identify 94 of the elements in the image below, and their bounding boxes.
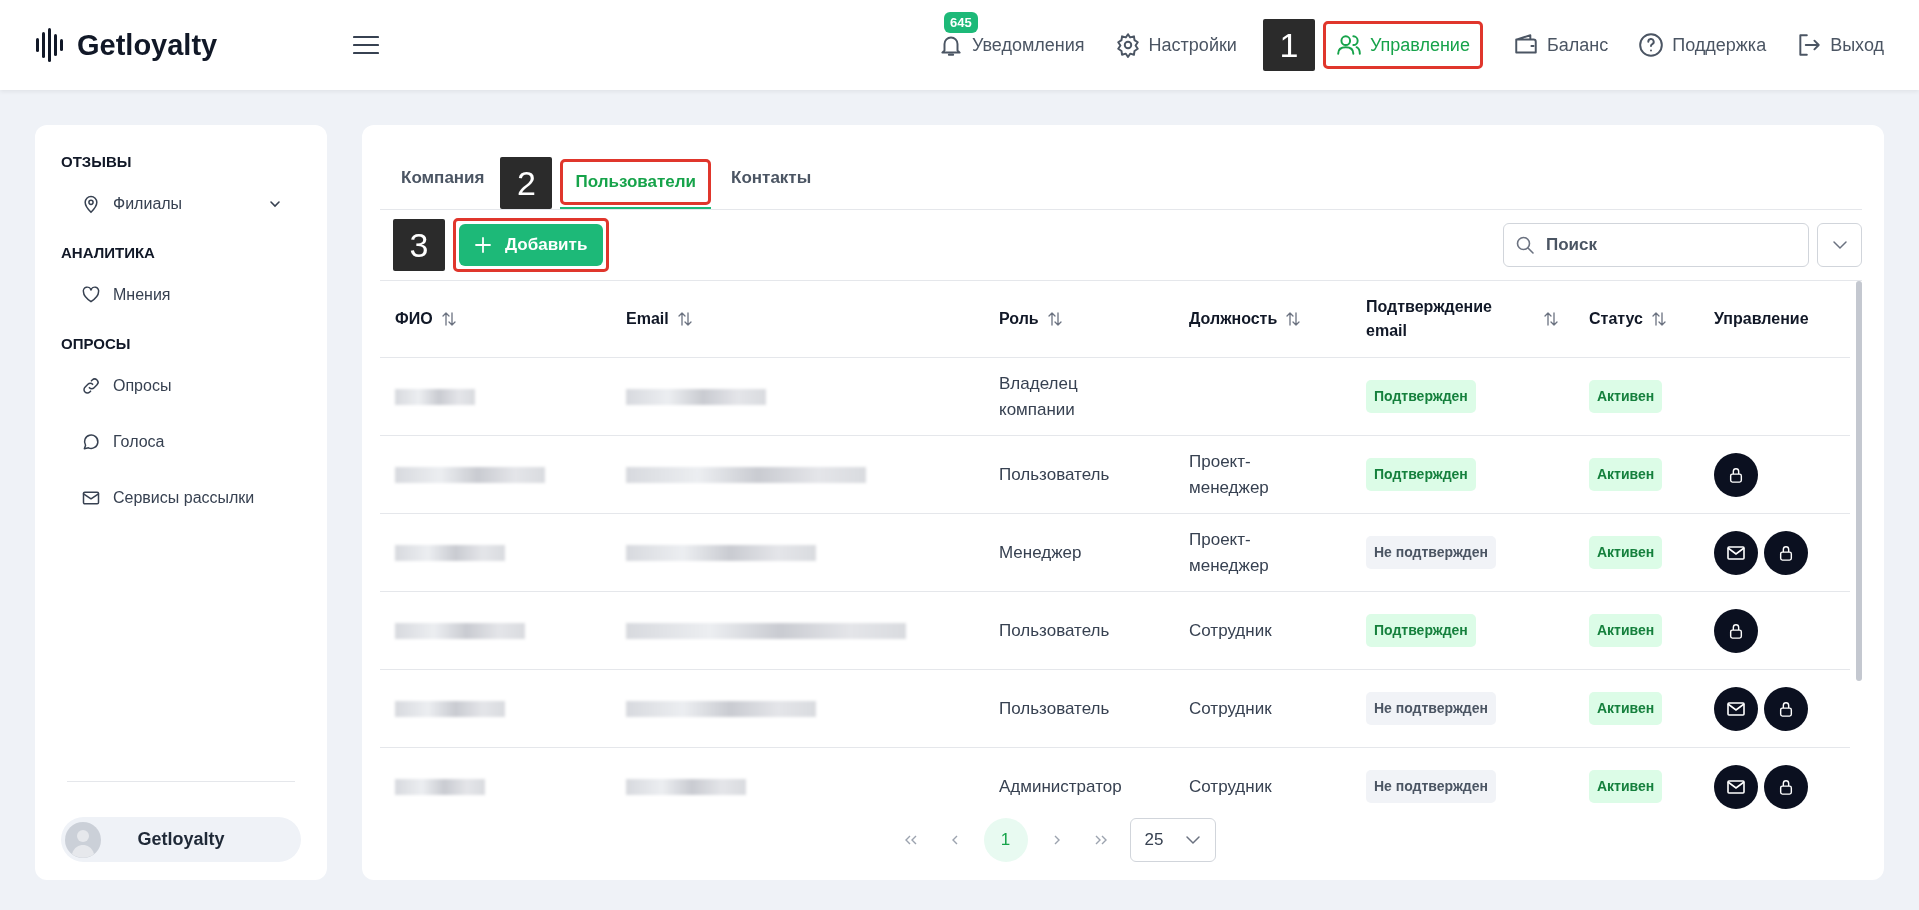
role-cell-text: Пользователь: [999, 619, 1111, 642]
lock-button[interactable]: [1714, 452, 1758, 497]
column-header[interactable]: Должность: [1189, 307, 1278, 331]
status-badge: Активен: [1589, 536, 1663, 569]
nav-link[interactable]: Баланс: [1512, 32, 1609, 58]
sidebar-item[interactable]: Сервисы рассылки: [61, 476, 301, 520]
position-cell-text: Сотрудник: [1189, 697, 1273, 720]
section-title: АНАЛИТИКА: [61, 244, 156, 261]
location-pin-icon: [81, 194, 101, 214]
lock-icon: [1777, 700, 1795, 717]
lock-button[interactable]: [1764, 764, 1808, 809]
mail-icon: [81, 488, 101, 508]
email-status-badge: Не подтвержден: [1366, 770, 1496, 803]
mail-icon: [1727, 778, 1745, 795]
page-size-select[interactable]: 25: [1129, 818, 1217, 862]
lock-button[interactable]: [1764, 530, 1808, 575]
sidebar-item[interactable]: Опросы: [61, 364, 301, 408]
search-field[interactable]: Поиск: [1503, 223, 1809, 267]
sort-icon[interactable]: [676, 311, 693, 327]
status-badge: Активен: [1589, 614, 1663, 647]
role-cell-text: Пользователь: [999, 697, 1111, 720]
step-marker: 3: [393, 219, 445, 271]
chevron-down-icon: [1185, 835, 1202, 845]
mail-icon: [1727, 700, 1745, 717]
sort-icon[interactable]: [1543, 311, 1559, 327]
section-title: ОТЗЫВЫ: [61, 153, 133, 170]
position-cell-text: Проект-менеджер: [1189, 529, 1270, 577]
email-status-badge: Подтвержден: [1366, 458, 1476, 491]
users-icon: [1335, 32, 1362, 58]
role-cell-text: Менеджер: [999, 541, 1083, 564]
position-cell-text: Сотрудник: [1189, 775, 1273, 798]
double-chevron-left-icon: [903, 834, 918, 846]
tab[interactable]: Компания: [397, 156, 489, 202]
lock-icon: [1777, 544, 1795, 561]
step-marker: 1: [1262, 19, 1315, 71]
user-chip[interactable]: Getloyalty: [61, 817, 301, 862]
send-mail-button[interactable]: [1714, 686, 1758, 731]
help-icon: [1638, 32, 1665, 58]
nav-link[interactable]: Уведомления: [938, 32, 1085, 58]
lock-icon: [1727, 622, 1745, 639]
chat-icon: [81, 432, 101, 452]
email-status-badge: Не подтвержден: [1366, 536, 1496, 569]
column-header[interactable]: Управление: [1714, 307, 1809, 331]
gear-icon: [1114, 32, 1141, 58]
plus-icon: [475, 237, 491, 253]
mail-icon: [1727, 544, 1745, 561]
position-cell-text: Проект-менеджер: [1189, 451, 1270, 499]
avatar: [65, 821, 101, 858]
link-icon: [81, 376, 101, 396]
sidebar-item[interactable]: Мнения: [61, 273, 301, 317]
email-status-badge: Подтвержден: [1366, 380, 1476, 413]
status-badge: Активен: [1589, 770, 1663, 803]
status-badge: Активен: [1589, 380, 1663, 413]
step-marker: 2: [500, 157, 553, 209]
chevron-down-icon: [1831, 240, 1848, 250]
sort-icon[interactable]: [1046, 311, 1063, 327]
sort-icon[interactable]: [1285, 311, 1302, 327]
column-header[interactable]: ФИО: [395, 307, 433, 331]
column-header[interactable]: Статус: [1589, 307, 1643, 331]
role-cell-text: Администратор: [999, 775, 1123, 798]
logo-text: Getloyalty: [77, 28, 218, 62]
notification-badge: 645: [944, 12, 978, 33]
sidebar-item[interactable]: Филиалы: [61, 182, 301, 226]
status-badge: Активен: [1589, 692, 1663, 725]
sort-icon[interactable]: [1650, 311, 1667, 327]
tab[interactable]: Контакты: [727, 156, 816, 202]
email-status-badge: Не подтвержден: [1366, 692, 1496, 725]
role-cell-text: Владелец компании: [999, 373, 1079, 421]
user-name: Getloyalty: [136, 829, 226, 850]
status-badge: Активен: [1589, 458, 1663, 491]
nav-link[interactable]: Настройки: [1114, 32, 1237, 58]
position-cell-text: Сотрудник: [1189, 619, 1273, 642]
sort-icon[interactable]: [440, 311, 457, 327]
column-header[interactable]: Роль: [999, 307, 1039, 331]
lock-button[interactable]: [1714, 608, 1758, 653]
send-mail-button[interactable]: [1714, 530, 1758, 575]
heart-icon: [81, 285, 101, 305]
role-cell-text: Пользователь: [999, 463, 1111, 486]
lock-icon: [1777, 778, 1795, 795]
menu-icon[interactable]: [353, 35, 379, 55]
section-title: ОПРОСЫ: [61, 335, 132, 352]
column-header[interactable]: Подтверждение email: [1366, 295, 1516, 343]
logout-icon: [1796, 32, 1823, 58]
scrollbar[interactable]: [1856, 281, 1862, 681]
lock-icon: [1727, 466, 1745, 483]
lock-button[interactable]: [1764, 686, 1808, 731]
nav-link[interactable]: Выход: [1796, 32, 1884, 58]
sidebar-item[interactable]: Голоса: [61, 420, 301, 464]
nav-link[interactable]: Поддержка: [1638, 32, 1767, 58]
column-header[interactable]: Email: [626, 307, 669, 331]
search-icon: [1515, 235, 1535, 255]
double-chevron-right-icon: [1093, 834, 1108, 846]
send-mail-button[interactable]: [1714, 764, 1758, 809]
email-status-badge: Подтвержден: [1366, 614, 1476, 647]
